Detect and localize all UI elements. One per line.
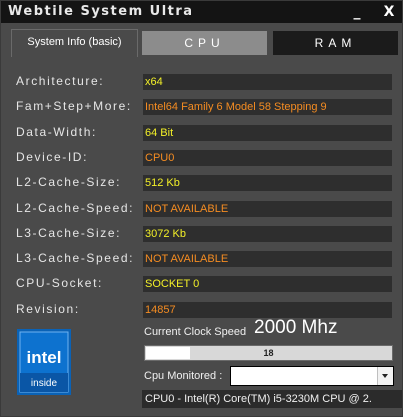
property-label: Data-Width: <box>16 124 97 139</box>
property-row: L2-Cache-Speed: NOT AVAILABLE <box>1 198 402 220</box>
property-value: 14857 <box>143 301 392 318</box>
property-label: CPU-Socket: <box>16 276 103 291</box>
property-value: 512 Kb <box>143 175 392 192</box>
cpu-monitored-select[interactable] <box>230 366 394 386</box>
tab-ram[interactable]: RAM <box>273 31 398 55</box>
property-row: L3-Cache-Size: 3072 Kb <box>1 223 402 245</box>
cpu-usage-bar: 18 <box>144 345 393 361</box>
property-row: L3-Cache-Speed: NOT AVAILABLE <box>1 248 402 270</box>
intel-inside-logo: intel inside <box>17 329 71 395</box>
property-label: L3-Cache-Size: <box>16 225 122 240</box>
clock-speed-value: 2000 Mhz <box>254 317 338 338</box>
property-value: NOT AVAILABLE <box>143 251 392 268</box>
property-value: SOCKET 0 <box>143 276 392 293</box>
property-label: Revision: <box>16 301 80 316</box>
cpu-usage-text: 18 <box>263 348 274 358</box>
close-button[interactable]: X <box>377 1 401 23</box>
window-title: Webtile System Ultra <box>8 4 194 19</box>
title-bar[interactable]: Webtile System Ultra _ X <box>1 1 402 23</box>
property-row: L2-Cache-Size: 512 Kb <box>1 172 402 194</box>
property-value: 3072 Kb <box>143 225 392 242</box>
property-row: CPU-Socket: SOCKET 0 <box>1 273 402 295</box>
cpu-monitored-selected-value <box>231 371 234 383</box>
status-bar: CPU0 - Intel(R) Core(TM) i5-3230M CPU @ … <box>142 390 402 408</box>
property-row: Revision: 14857 <box>1 299 402 321</box>
chevron-down-icon[interactable] <box>377 367 393 385</box>
property-label: L2-Cache-Size: <box>16 175 122 190</box>
property-label: L3-Cache-Speed: <box>16 251 135 266</box>
property-label: L2-Cache-Speed: <box>16 200 135 215</box>
property-label: Architecture: <box>16 74 105 88</box>
tab-bar: System Info (basic) CPU RAM <box>1 23 402 57</box>
property-row: Fam+Step+More: Intel64 Family 6 Model 58 … <box>1 96 402 118</box>
property-row: Data-Width: 64 Bit <box>1 122 402 144</box>
minimize-button[interactable]: _ <box>345 1 369 23</box>
intel-logo-brand: intel <box>27 348 62 367</box>
property-label: Device-ID: <box>16 149 89 164</box>
property-value: Intel64 Family 6 Model 58 Stepping 9 <box>143 99 392 116</box>
clock-speed-label: Current Clock Speed <box>144 326 247 338</box>
property-row: Architecture: x64 <box>1 71 402 93</box>
tab-cpu[interactable]: CPU <box>142 31 267 55</box>
property-value: 64 Bit <box>143 124 392 141</box>
property-value: CPU0 <box>143 149 392 166</box>
property-row: Device-ID: CPU0 <box>1 147 402 169</box>
cpu-monitored-label: Cpu Monitored : <box>144 370 223 382</box>
property-value: x64 <box>143 74 392 90</box>
property-label: Fam+Step+More: <box>16 99 132 114</box>
property-value: NOT AVAILABLE <box>143 200 392 217</box>
app-window: Webtile System Ultra _ X System Info (ba… <box>0 0 403 417</box>
intel-logo-sub: inside <box>31 378 58 389</box>
tab-system-info[interactable]: System Info (basic) <box>11 29 138 57</box>
